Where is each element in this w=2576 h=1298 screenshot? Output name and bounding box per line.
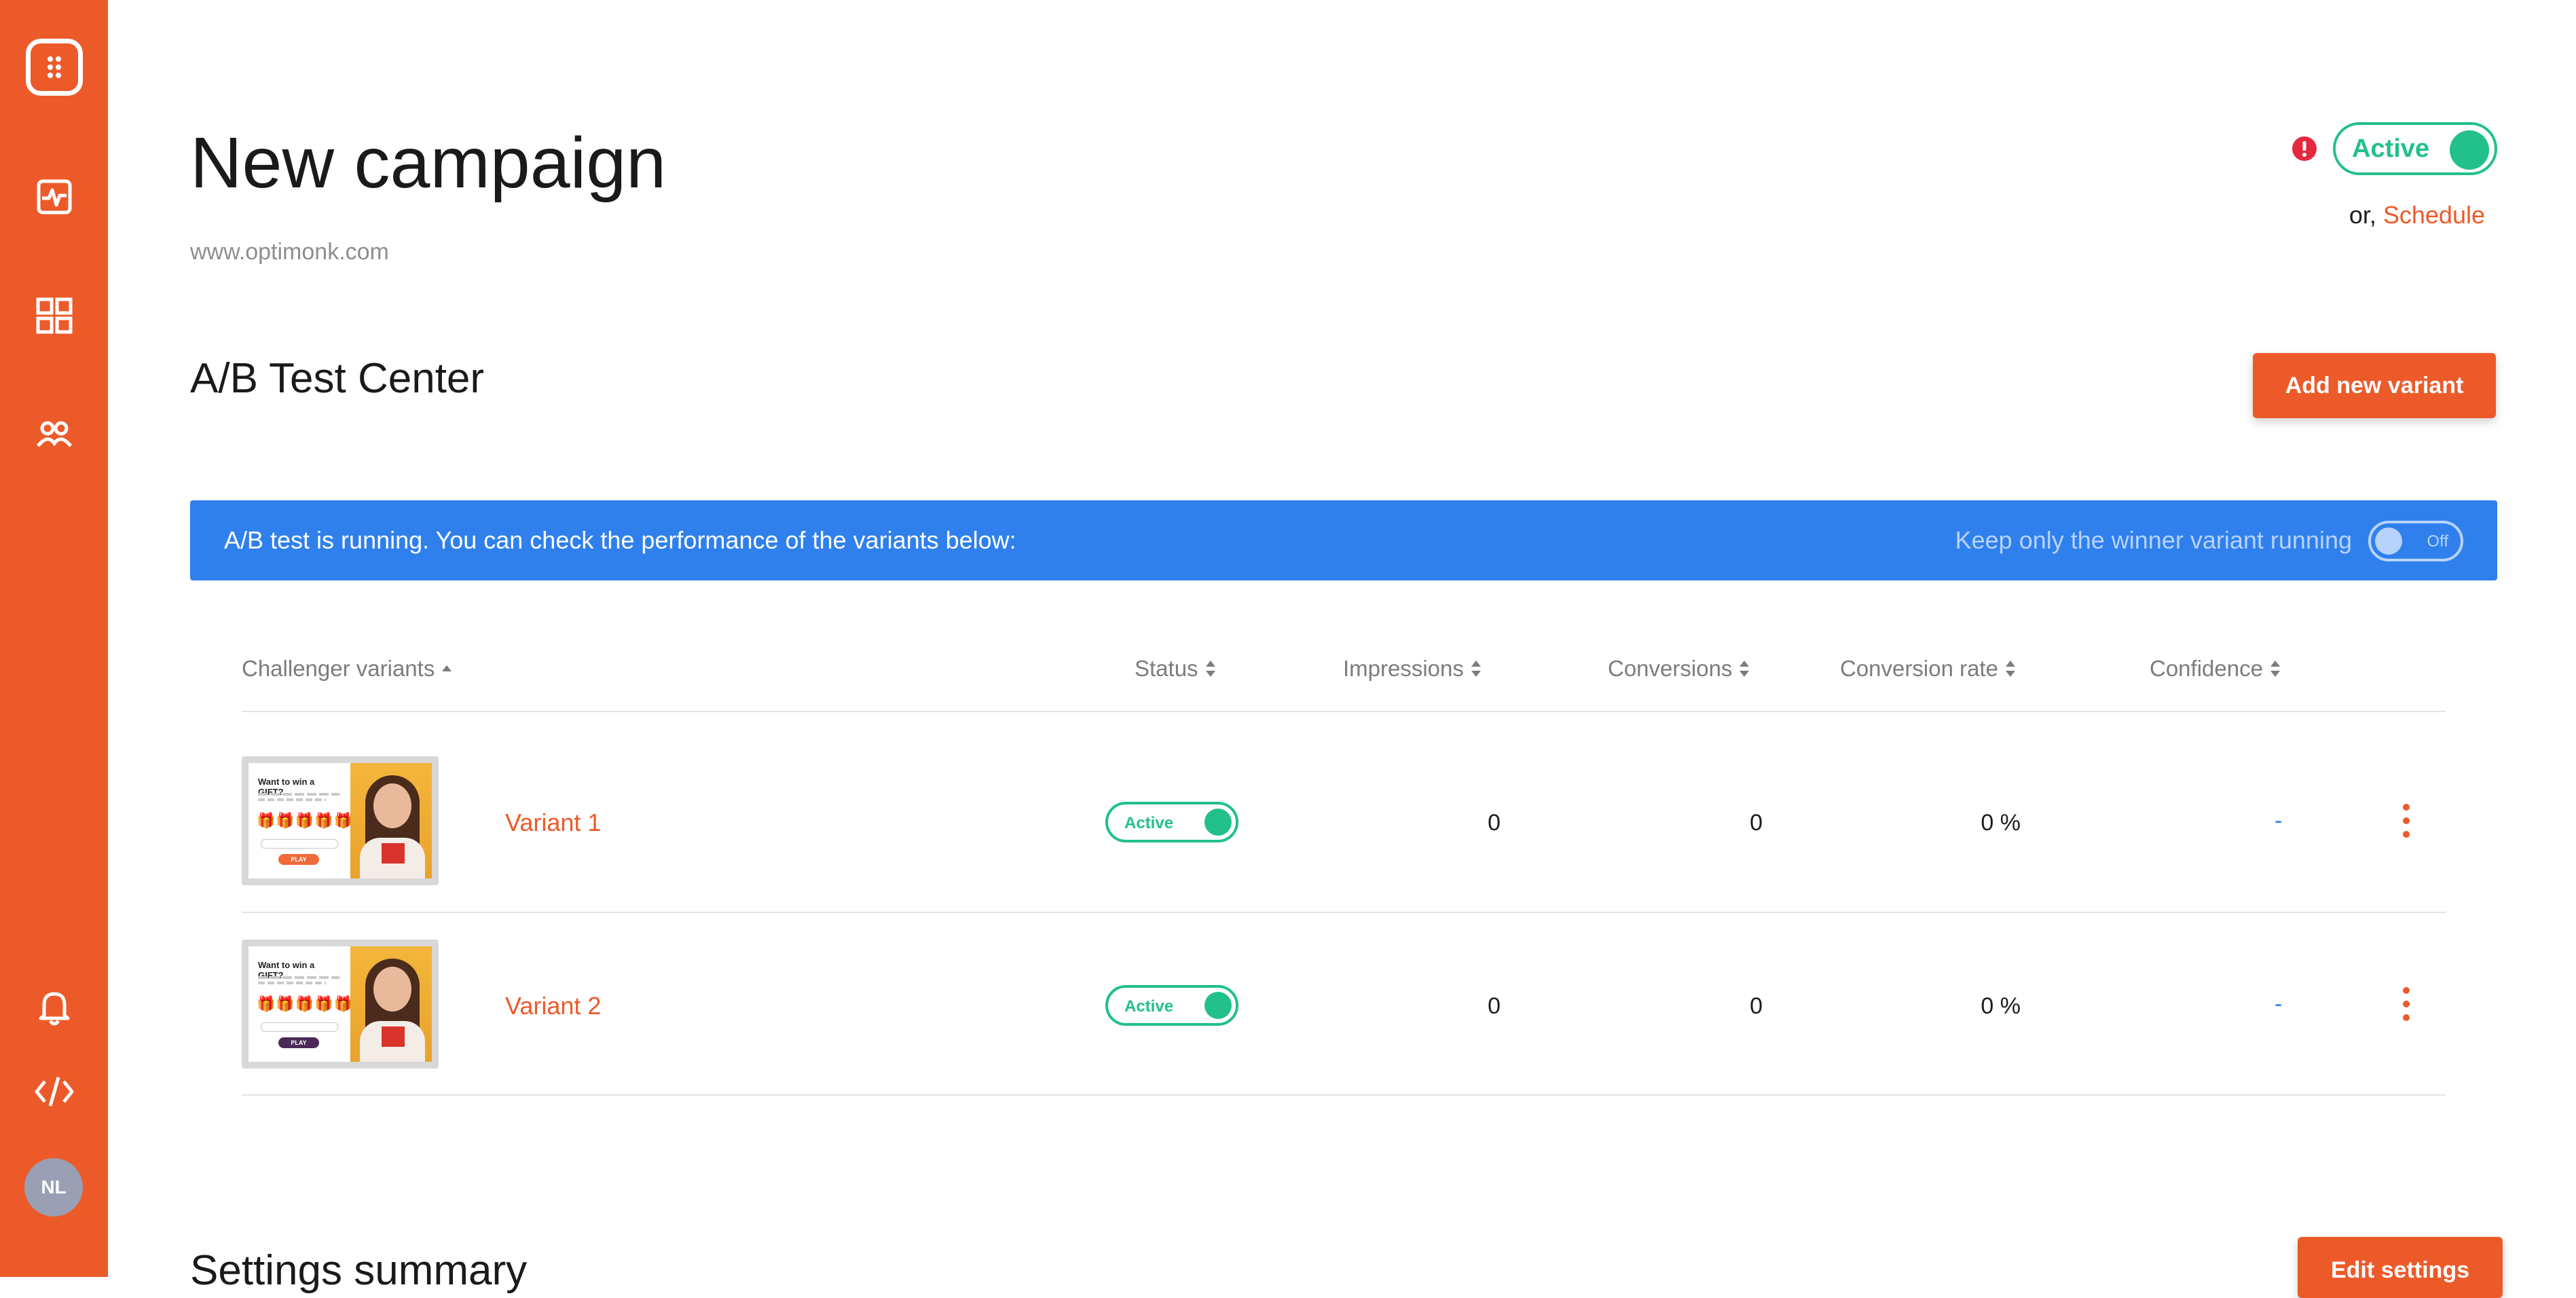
- confidence-value: -: [2275, 808, 2283, 834]
- column-header-confidence[interactable]: Confidence: [2150, 656, 2281, 682]
- popup-preview: Want to win a GIFT? 🎁🎁🎁🎁🎁 PLAY: [249, 946, 432, 1062]
- table-divider: [242, 912, 2446, 913]
- column-header-label: Conversion rate: [1840, 656, 1998, 681]
- popup-preview: Want to win a GIFT? 🎁🎁🎁🎁🎁 PLAY: [249, 763, 432, 878]
- edit-settings-button[interactable]: Edit settings: [2298, 1237, 2503, 1298]
- variant-status-label: Active: [1124, 814, 1174, 832]
- impressions-value: 0: [1488, 810, 1501, 836]
- conversion-rate-value: 0 %: [1981, 993, 2021, 1019]
- ab-test-banner: A/B test is running. You can check the p…: [190, 500, 2497, 580]
- confidence-value: -: [2275, 991, 2283, 1017]
- sidebar-item-embed-code[interactable]: [0, 1073, 108, 1111]
- code-icon: [35, 1077, 73, 1107]
- schedule-line: or, Schedule: [2349, 201, 2485, 229]
- winner-variant-label: Keep only the winner variant running: [1955, 526, 2352, 554]
- column-header-label: Impressions: [1343, 656, 1464, 681]
- optimonk-logo-icon[interactable]: [26, 39, 83, 96]
- impressions-value: 0: [1488, 993, 1501, 1019]
- sidebar-item-campaigns[interactable]: [0, 297, 108, 335]
- sort-icon: [2270, 661, 2280, 677]
- winner-variant-toggle[interactable]: Off: [2368, 521, 2463, 561]
- settings-summary-title: Settings summary: [190, 1247, 528, 1294]
- thumbnail-text-line: [258, 976, 339, 979]
- schedule-prefix: or,: [2349, 201, 2376, 229]
- column-header-label: Confidence: [2150, 656, 2263, 681]
- add-variant-button[interactable]: Add new variant: [2253, 353, 2496, 418]
- gift-icons: 🎁🎁🎁🎁🎁: [257, 812, 353, 829]
- variant-thumbnail[interactable]: Want to win a GIFT? 🎁🎁🎁🎁🎁 PLAY: [242, 940, 439, 1069]
- thumbnail-cta: PLAY: [278, 1037, 319, 1048]
- sidebar-item-analytics[interactable]: [0, 178, 108, 216]
- thumbnail-photo-gift: [382, 843, 405, 864]
- campaign-domain: www.optimonk.com: [190, 239, 389, 265]
- sidebar-item-subscribers[interactable]: [0, 416, 108, 454]
- activity-chart-icon: [37, 179, 71, 215]
- table-divider: [242, 1094, 2446, 1096]
- warning-icon[interactable]: [2292, 136, 2317, 162]
- thumbnail-text-line: [258, 798, 326, 801]
- sort-icon: [1740, 661, 1750, 677]
- grid-icon: [36, 297, 72, 334]
- thumbnail-photo-gift: [382, 1026, 405, 1047]
- thumbnail-text-line: [258, 982, 326, 984]
- thumbnail-input-field: [261, 839, 338, 849]
- toggle-knob: [1204, 992, 1232, 1019]
- avatar[interactable]: NL: [24, 1158, 83, 1217]
- sidebar-item-notifications[interactable]: [0, 988, 108, 1026]
- column-header-label: Status: [1135, 656, 1198, 681]
- conversions-value: 0: [1750, 993, 1763, 1019]
- sort-icon: [1205, 661, 1215, 677]
- variant-thumbnail[interactable]: Want to win a GIFT? 🎁🎁🎁🎁🎁 PLAY: [242, 756, 439, 885]
- variant-status-label: Active: [1124, 997, 1174, 1016]
- variant-name-link[interactable]: Variant 2: [505, 992, 601, 1020]
- thumbnail-input-field: [261, 1022, 338, 1032]
- variant-status-toggle[interactable]: Active: [1105, 985, 1238, 1026]
- sidebar: NL: [0, 0, 108, 1277]
- toggle-knob: [1204, 809, 1232, 836]
- column-header-label: Conversions: [1608, 656, 1733, 681]
- campaign-status-toggle[interactable]: Active: [2333, 122, 2497, 175]
- column-header-variant[interactable]: Challenger variants: [242, 656, 452, 682]
- gift-icons: 🎁🎁🎁🎁🎁: [257, 995, 353, 1012]
- users-icon: [36, 421, 72, 447]
- winner-toggle-text: Off: [2427, 532, 2448, 551]
- column-header-impressions[interactable]: Impressions: [1343, 656, 1482, 682]
- sort-icon: [2005, 661, 2015, 677]
- campaign-status-label: Active: [2352, 134, 2430, 163]
- conversion-rate-value: 0 %: [1981, 810, 2021, 836]
- column-header-conversions[interactable]: Conversions: [1608, 656, 1750, 682]
- thumbnail-photo-face: [373, 967, 411, 1012]
- thumbnail-text-line: [258, 793, 339, 796]
- table-divider: [242, 711, 2446, 712]
- banner-message: A/B test is running. You can check the p…: [224, 526, 1016, 554]
- toggle-knob: [2375, 527, 2402, 555]
- variant-status-toggle[interactable]: Active: [1105, 802, 1238, 842]
- conversions-value: 0: [1750, 810, 1763, 836]
- schedule-link[interactable]: Schedule: [2383, 201, 2485, 229]
- sort-icon: [1471, 661, 1481, 677]
- sort-ascending-icon: [442, 665, 452, 671]
- ab-test-title: A/B Test Center: [190, 355, 485, 402]
- variant-name-link[interactable]: Variant 1: [505, 809, 601, 837]
- more-options-icon[interactable]: [2398, 804, 2414, 838]
- thumbnail-cta: PLAY: [278, 854, 319, 865]
- column-header-status[interactable]: Status: [1135, 656, 1216, 682]
- column-header-conversion-rate[interactable]: Conversion rate: [1840, 656, 2016, 682]
- bell-icon: [39, 992, 69, 1026]
- thumbnail-photo-face: [373, 783, 411, 828]
- toggle-knob: [2450, 130, 2489, 170]
- more-options-icon[interactable]: [2398, 987, 2414, 1021]
- column-header-label: Challenger variants: [242, 656, 435, 681]
- page-title: New campaign: [190, 123, 667, 203]
